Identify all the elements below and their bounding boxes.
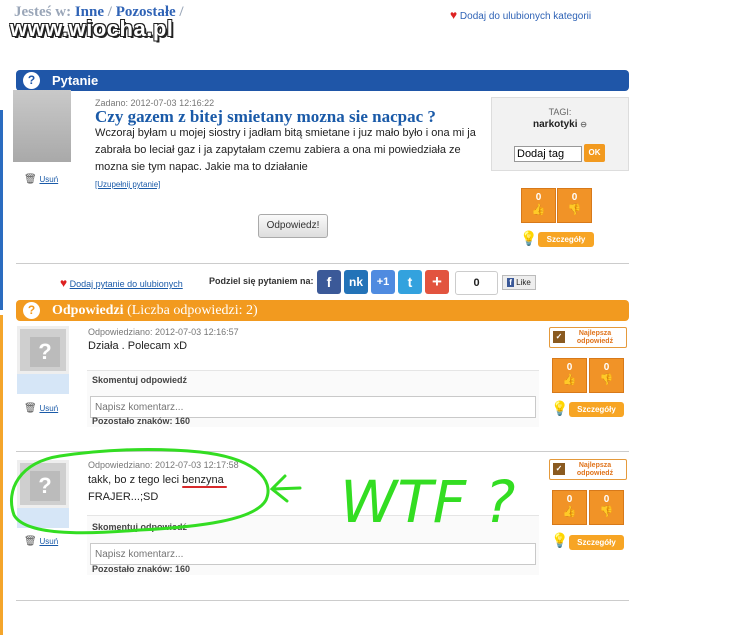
annotation-overlay: WTF ? xyxy=(9,447,515,536)
annotation-circle xyxy=(9,447,270,535)
annotation-text: WTF ? xyxy=(340,468,515,536)
annotation-arrow xyxy=(269,474,302,503)
